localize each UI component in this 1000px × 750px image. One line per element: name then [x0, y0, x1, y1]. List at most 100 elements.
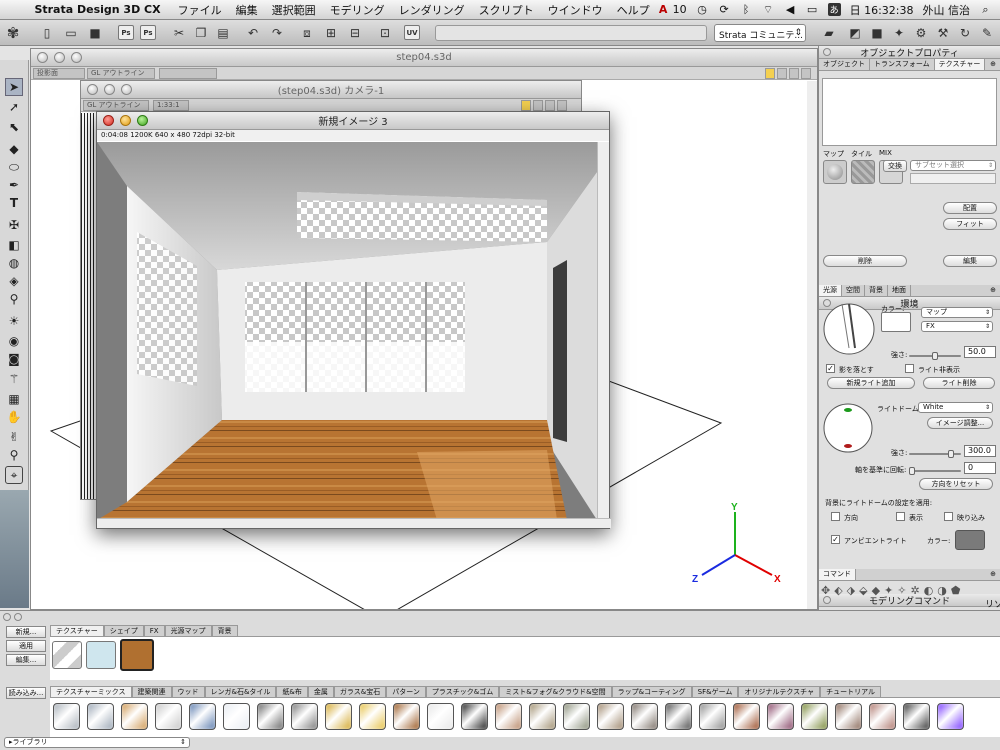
panel-menu-icon[interactable]: ⊕ [986, 285, 1000, 296]
lib-cat-original[interactable]: オリジナルテクスチャ [738, 686, 821, 697]
lib-cat-brick[interactable]: レンガ&石&タイル [204, 686, 277, 697]
texture-swatch[interactable] [903, 703, 930, 730]
lib-cat-pattern[interactable]: パターン [386, 686, 426, 697]
dome-strength-field[interactable]: 300.0 [964, 445, 996, 457]
ambient-color-swatch[interactable] [955, 530, 985, 550]
camera-icon[interactable]: ◙ [5, 350, 23, 368]
zoom-icon[interactable]: ⚲ [5, 446, 23, 464]
community-dropdown[interactable]: Strata コミュニテ... ⇕ [714, 24, 806, 42]
texture-swatch[interactable] [597, 703, 624, 730]
minimize-button[interactable] [104, 84, 115, 95]
render-camera-icon[interactable]: ▰ [820, 24, 838, 42]
tab-commands[interactable]: コマンド [819, 569, 856, 580]
library-close-button[interactable] [3, 613, 11, 621]
library-minimize-button[interactable] [14, 613, 22, 621]
grid-toggle-icon[interactable] [533, 100, 543, 111]
tab-ground[interactable]: 地面 [888, 285, 911, 296]
texture-swatch[interactable] [835, 703, 862, 730]
place-button[interactable]: 配置 [943, 202, 997, 214]
close-button[interactable] [87, 84, 98, 95]
projection-select[interactable]: 投影面 [33, 68, 85, 79]
exchange-button[interactable]: 交換 [883, 160, 907, 172]
open-folder-icon[interactable]: ▭ [62, 24, 80, 42]
lib-cat-wrap[interactable]: ラップ&コーティング [611, 686, 692, 697]
apply-display-checkbox[interactable] [896, 512, 905, 521]
lib-tab-texture[interactable]: テクスチャー [50, 625, 104, 636]
light-map-select[interactable]: マップ ⇕ [921, 307, 993, 318]
app-name-menu[interactable]: Strata Design 3D CX [34, 3, 160, 16]
new-doc-icon[interactable]: ▯ [38, 24, 56, 42]
tab-transform[interactable]: トランスフォーム [870, 59, 935, 70]
library-import-button[interactable]: 読み込み... [6, 687, 46, 699]
library-apply-button[interactable]: 適用 [6, 640, 46, 652]
lib-tab-shape[interactable]: シェイプ [103, 625, 144, 636]
light-direction-globe[interactable] [822, 302, 876, 356]
render-window-titlebar[interactable]: 新規イメージ 3 [97, 112, 609, 130]
pen-icon[interactable]: ✒ [5, 176, 23, 194]
delete-texture-button[interactable]: 削除 [823, 255, 907, 267]
recent-texture-thumb-3[interactable] [120, 639, 154, 671]
tile-pattern-icon[interactable] [851, 160, 875, 184]
sweep-icon[interactable]: ◍ [5, 254, 23, 272]
timemachine-icon[interactable]: ◷ [696, 3, 709, 16]
lightdome-globe[interactable] [822, 402, 874, 454]
panel-toggle-icon[interactable] [789, 68, 799, 79]
group-icon[interactable]: ⊞ [322, 24, 340, 42]
toolbar-search-field[interactable] [435, 25, 707, 41]
subset-field[interactable] [910, 173, 996, 184]
menu-help[interactable]: ヘルプ [617, 2, 650, 18]
tab-light[interactable]: 光源 [819, 285, 842, 296]
text-tool-icon[interactable]: T [5, 194, 23, 212]
volume-icon[interactable]: ◀ [784, 3, 797, 16]
uv-button[interactable]: UV [404, 25, 420, 40]
texture-swatch[interactable] [631, 703, 658, 730]
texture-swatch[interactable] [223, 703, 250, 730]
menu-edit[interactable]: 編集 [236, 2, 258, 18]
light-strength-knob[interactable] [932, 352, 938, 360]
pencil-small-icon[interactable] [521, 100, 531, 111]
delete-light-button[interactable]: ライト削除 [923, 377, 995, 389]
sphere-primitive-icon[interactable]: ⬭ [5, 158, 23, 176]
tab-texture[interactable]: テクスチャー [934, 59, 986, 70]
hide-light-checkbox[interactable] [905, 364, 914, 373]
texture-swatch[interactable] [393, 703, 420, 730]
align-icon[interactable]: ⊡ [376, 24, 394, 42]
texture-swatch[interactable] [325, 703, 352, 730]
lib-cat-sf-game[interactable]: SF&ゲーム [691, 686, 739, 697]
frame-icon[interactable]: ⧈ [298, 24, 316, 42]
subselect-arrow-icon[interactable]: ➚ [5, 98, 23, 116]
texture-swatch[interactable] [699, 703, 726, 730]
pencil-icon[interactable]: ✎ [978, 24, 996, 42]
grid-icon[interactable]: ▦ [5, 390, 23, 408]
paste-icon[interactable]: ▤ [214, 24, 232, 42]
spotlight-search-icon[interactable]: ⌕ [979, 3, 992, 16]
recent-texture-thumb-1[interactable] [52, 641, 82, 669]
battery-icon[interactable]: ▭ [806, 3, 819, 16]
boolean-icon[interactable]: ◈ [5, 272, 23, 290]
lib-cat-mist[interactable]: ミスト&フォグ&クラウド&空間 [499, 686, 612, 697]
menu-window[interactable]: ウインドウ [548, 2, 603, 18]
select-arrow-icon[interactable]: ➤ [5, 78, 23, 96]
photoshop-export-button[interactable]: Ps [118, 25, 134, 40]
apply-reflection-checkbox[interactable] [944, 512, 953, 521]
library-edit-button[interactable]: 編集... [6, 654, 46, 666]
texture-swatch[interactable] [291, 703, 318, 730]
lib-tab-background[interactable]: 背景 [211, 625, 238, 636]
lib-cat-glass[interactable]: ガラス&宝石 [333, 686, 387, 697]
input-method-icon[interactable]: あ [827, 3, 841, 16]
texture-swatch[interactable] [155, 703, 182, 730]
library-new-button[interactable]: 新規... [6, 626, 46, 638]
split-view-icon[interactable] [557, 100, 567, 111]
extrude-icon[interactable]: ◧ [5, 236, 23, 254]
texture-swatch[interactable] [767, 703, 794, 730]
lib-cat-tutorial[interactable]: チュートリアル [820, 686, 882, 697]
tab-object[interactable]: オブジェクト [819, 59, 870, 70]
light-bulb-icon[interactable]: ☀ [5, 312, 23, 330]
texture-swatch[interactable] [495, 703, 522, 730]
tools-icon[interactable]: ⚒ [934, 24, 952, 42]
texture-swatch[interactable] [563, 703, 590, 730]
copy-icon[interactable]: ❐ [192, 24, 210, 42]
split-view-icon[interactable] [801, 68, 811, 79]
grid-toggle-icon[interactable] [777, 68, 787, 79]
transform-icon[interactable]: ⬉ [5, 118, 23, 136]
